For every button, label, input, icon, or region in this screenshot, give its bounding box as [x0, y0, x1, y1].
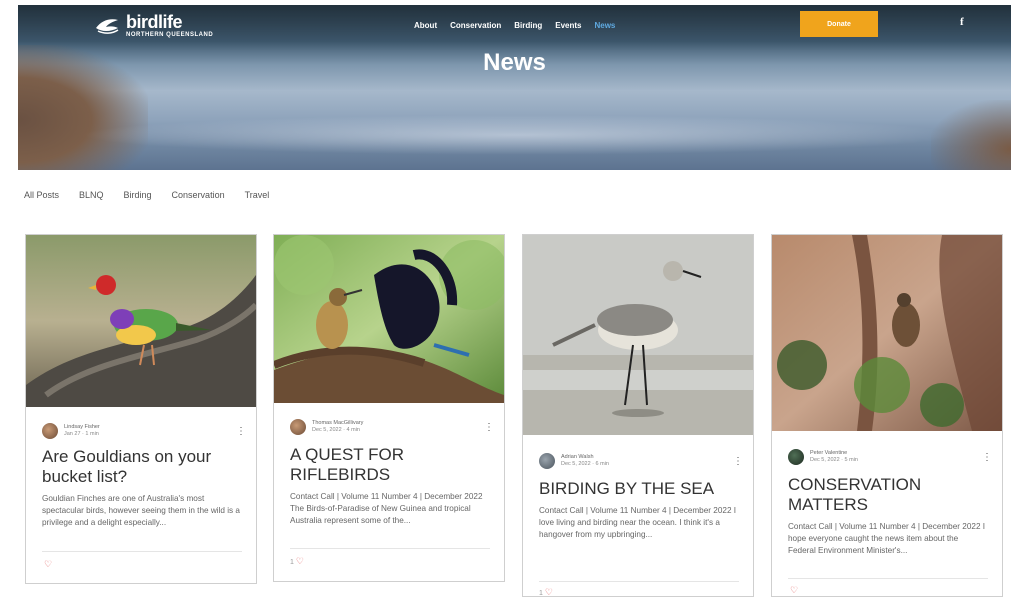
avatar[interactable] — [539, 453, 555, 469]
post-excerpt: Contact Call | Volume 11 Number 4 | Dece… — [788, 522, 986, 555]
like-button[interactable]: 1 ♡ — [290, 556, 304, 568]
heart-icon: ♡ — [544, 587, 553, 597]
logo-subtitle: NORTHERN QUEENSLAND — [126, 32, 214, 38]
facebook-icon[interactable]: f — [960, 16, 964, 28]
hero-banner: birdlife NORTHERN QUEENSLAND About Conse… — [18, 5, 1011, 170]
wave-foam — [78, 115, 958, 155]
post-card[interactable]: Peter Valentine Dec 5, 2022 · 5 min ⋮ CO… — [771, 234, 1003, 597]
post-card[interactable]: Adrian Walsh Dec 5, 2022 · 6 min ⋮ BIRDI… — [522, 234, 754, 597]
post-meta: Peter Valentine Dec 5, 2022 · 5 min — [788, 449, 858, 465]
category-blnq[interactable]: BLNQ — [79, 190, 104, 200]
divider — [539, 581, 739, 582]
divider — [42, 551, 242, 552]
post-excerpt: Gouldian Finches are one of Australia's … — [42, 494, 240, 527]
post-title[interactable]: Are Gouldians on your bucket list? — [42, 447, 242, 487]
post-card[interactable]: Lindsay Fisher Jan 27 · 1 min ⋮ Are Goul… — [25, 234, 257, 584]
author-info: Thomas MacGillivary Dec 5, 2022 · 4 min — [312, 420, 363, 434]
author-info: Lindsay Fisher Jan 27 · 1 min — [64, 424, 100, 438]
post-date: Dec 5, 2022 · 5 min — [810, 457, 858, 463]
post-image-riflebirds[interactable] — [274, 235, 504, 403]
author-info: Adrian Walsh Dec 5, 2022 · 6 min — [561, 454, 609, 468]
like-button[interactable]: 1 ♡ — [539, 587, 553, 597]
divider — [290, 548, 490, 549]
post-date: Jan 27 · 1 min — [64, 431, 99, 437]
heart-icon: ♡ — [790, 585, 799, 595]
main-nav: About Conservation Birding Events News — [414, 21, 615, 30]
avatar[interactable] — [290, 419, 306, 435]
logo-name: birdlife — [126, 12, 183, 32]
site-logo[interactable]: birdlife NORTHERN QUEENSLAND — [94, 13, 213, 38]
post-date: Dec 5, 2022 · 6 min — [561, 461, 609, 467]
heart-icon: ♡ — [44, 559, 53, 569]
more-options-icon[interactable]: ⋮ — [484, 423, 494, 433]
author-name[interactable]: Adrian Walsh — [561, 454, 609, 461]
nav-birding[interactable]: Birding — [514, 21, 542, 30]
donate-button[interactable]: Donate — [800, 11, 878, 37]
post-image-shorebird[interactable] — [523, 235, 753, 435]
category-travel[interactable]: Travel — [245, 190, 270, 200]
bird-logo-icon — [96, 18, 119, 34]
logo-text: birdlife NORTHERN QUEENSLAND — [126, 13, 213, 38]
post-date: Dec 5, 2022 · 4 min — [312, 427, 360, 433]
post-title[interactable]: BIRDING BY THE SEA — [539, 479, 739, 499]
post-image-gouldian-finch[interactable] — [26, 235, 256, 407]
like-button[interactable]: ♡ — [788, 585, 799, 596]
nav-about[interactable]: About — [414, 21, 437, 30]
author-name[interactable]: Lindsay Fisher — [64, 424, 100, 431]
post-meta: Adrian Walsh Dec 5, 2022 · 6 min — [539, 453, 609, 469]
post-meta: Lindsay Fisher Jan 27 · 1 min — [42, 423, 100, 439]
author-name[interactable]: Thomas MacGillivary — [312, 420, 363, 427]
page-title: News — [483, 49, 546, 76]
avatar[interactable] — [788, 449, 804, 465]
nav-conservation[interactable]: Conservation — [450, 21, 501, 30]
like-count: 1 — [290, 559, 294, 566]
post-title[interactable]: CONSERVATION MATTERS — [788, 475, 988, 515]
category-all-posts[interactable]: All Posts — [24, 190, 59, 200]
post-card[interactable]: Thomas MacGillivary Dec 5, 2022 · 4 min … — [273, 234, 505, 582]
author-name[interactable]: Peter Valentine — [810, 450, 858, 457]
divider — [788, 578, 988, 579]
post-excerpt: Contact Call | Volume 11 Number 4 | Dece… — [539, 506, 737, 539]
nav-news[interactable]: News — [594, 21, 615, 30]
nav-events[interactable]: Events — [555, 21, 581, 30]
category-filter: All Posts BLNQ Birding Conservation Trav… — [24, 190, 289, 200]
avatar[interactable] — [42, 423, 58, 439]
heart-icon: ♡ — [295, 556, 304, 566]
post-excerpt: Contact Call | Volume 11 Number 4 | Dece… — [290, 492, 483, 525]
more-options-icon[interactable]: ⋮ — [236, 427, 246, 437]
like-button[interactable]: ♡ — [42, 559, 52, 571]
more-options-icon[interactable]: ⋮ — [733, 457, 743, 467]
like-count: 1 — [539, 590, 543, 597]
post-meta: Thomas MacGillivary Dec 5, 2022 · 4 min — [290, 419, 363, 435]
author-info: Peter Valentine Dec 5, 2022 · 5 min — [810, 450, 858, 464]
category-birding[interactable]: Birding — [124, 190, 152, 200]
more-options-icon[interactable]: ⋮ — [982, 453, 992, 463]
post-image-conservation[interactable] — [772, 235, 1002, 431]
post-title[interactable]: A QUEST FOR RIFLEBIRDS — [290, 445, 490, 485]
category-conservation[interactable]: Conservation — [172, 190, 225, 200]
